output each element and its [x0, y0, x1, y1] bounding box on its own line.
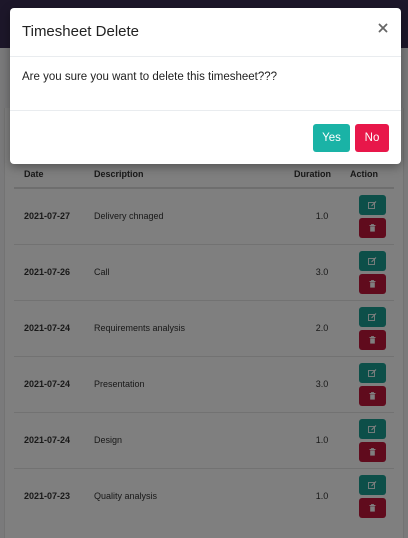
modal-title: Timesheet Delete	[22, 23, 139, 40]
yes-button[interactable]: Yes	[313, 124, 350, 152]
no-button[interactable]: No	[355, 124, 389, 152]
modal-header: Timesheet Delete	[10, 8, 401, 57]
modal-message: Are you sure you want to delete this tim…	[22, 71, 278, 83]
delete-confirm-modal: Timesheet Delete Are you sure you want t…	[10, 8, 401, 164]
modal-body: Are you sure you want to delete this tim…	[10, 57, 401, 111]
modal-close-button[interactable]	[375, 20, 391, 36]
close-icon	[378, 23, 388, 33]
modal-footer: Yes No	[10, 111, 401, 163]
